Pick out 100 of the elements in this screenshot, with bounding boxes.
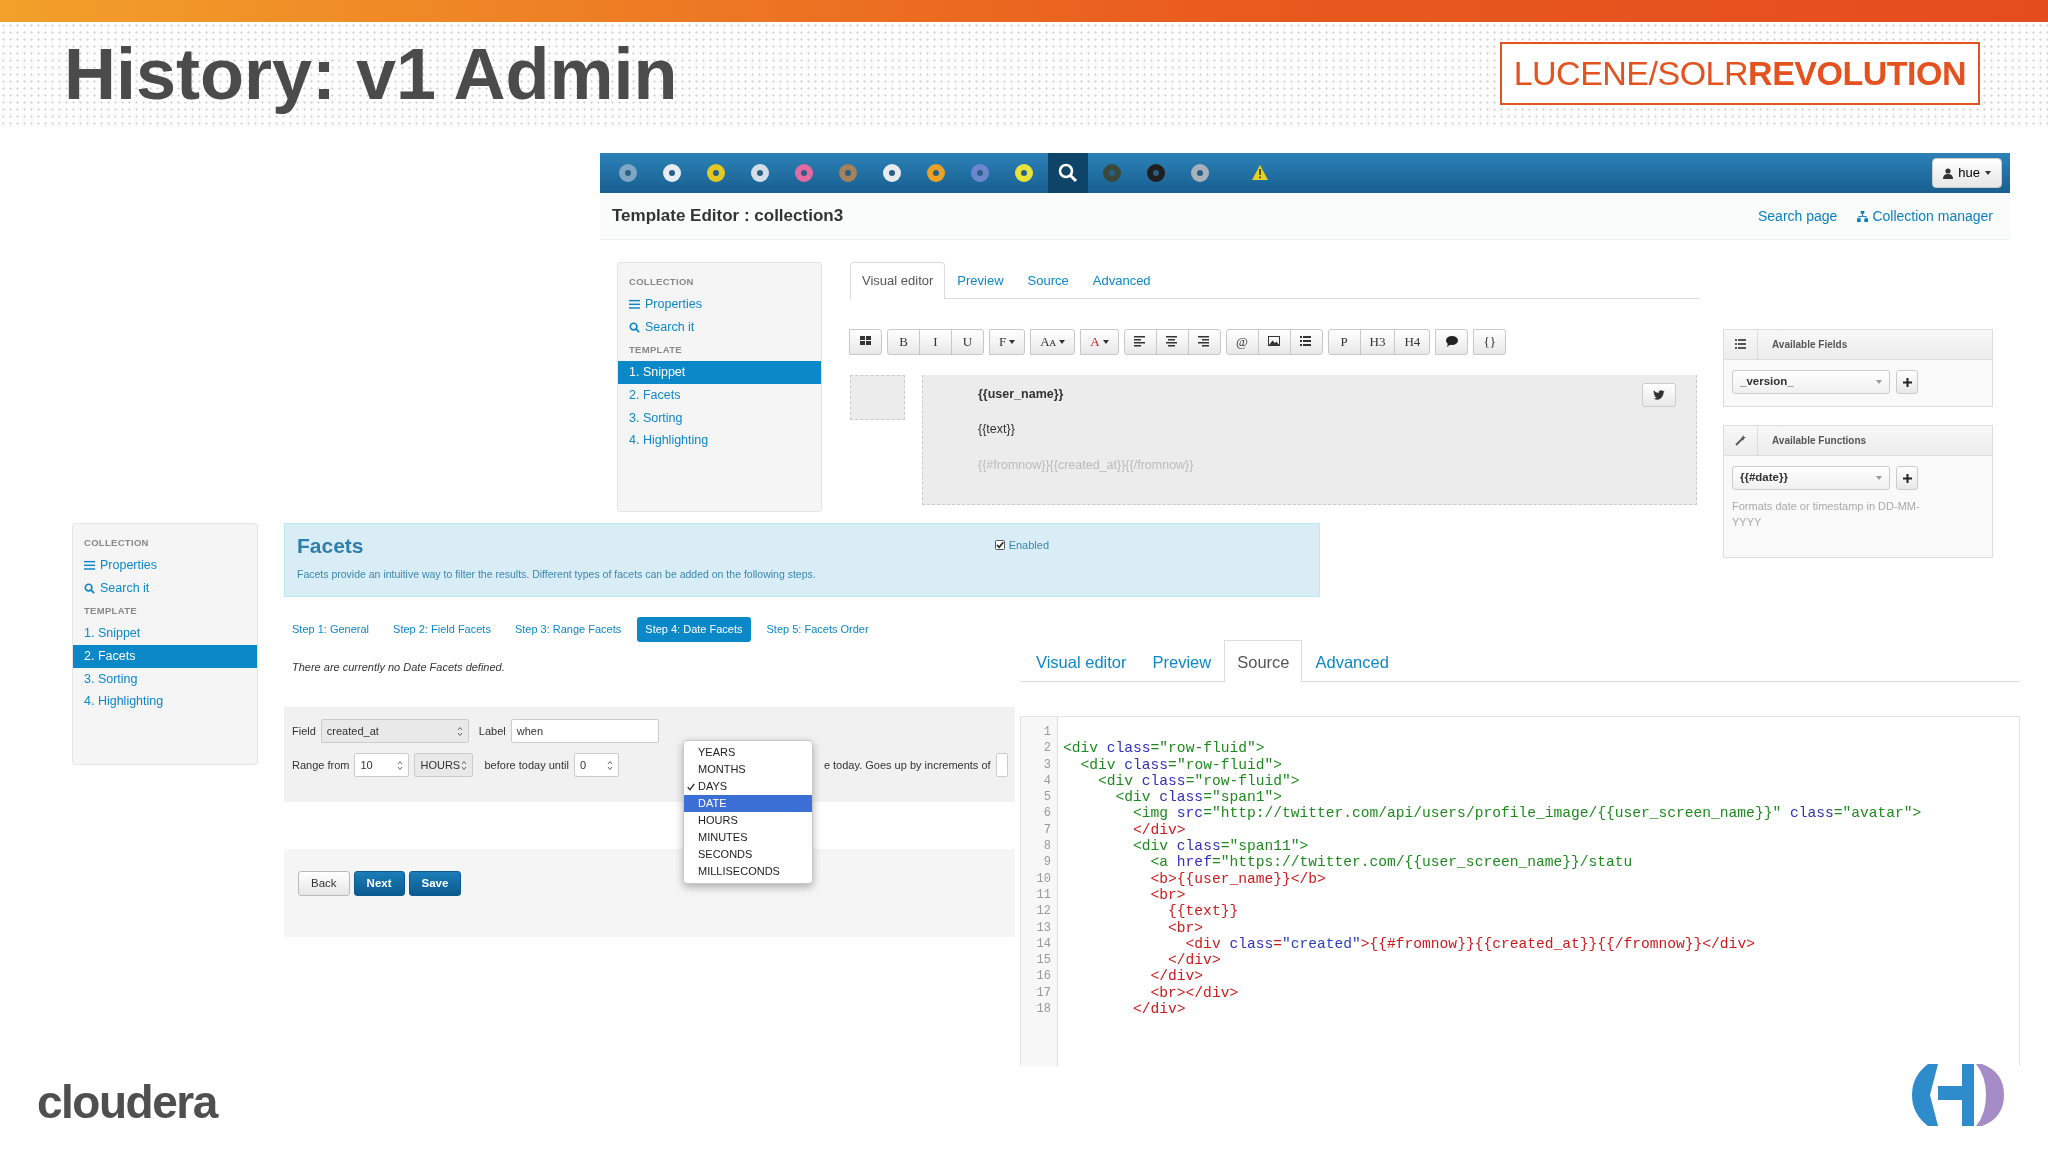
menu-item[interactable]: MINUTES xyxy=(684,829,812,846)
line-number: 3 xyxy=(1042,756,1052,773)
add-button[interactable] xyxy=(1896,370,1918,394)
toolbar-button[interactable] xyxy=(1123,328,1157,355)
tab[interactable]: Source xyxy=(1224,640,1303,682)
menu-item[interactable]: SECONDS xyxy=(684,846,812,863)
toolbar-button[interactable]: Aᴀ xyxy=(1030,328,1076,355)
line-number: 1 xyxy=(1042,724,1052,741)
sidebar-item[interactable]: 3. Sorting xyxy=(73,667,257,691)
line-number: 8 xyxy=(1042,838,1052,855)
header-link[interactable]: Search page xyxy=(1757,205,1838,227)
sidebar-item[interactable]: 3. Sorting xyxy=(618,406,821,430)
toolbar-button[interactable] xyxy=(1289,328,1323,355)
toolbar-button[interactable]: H4 xyxy=(1394,328,1431,355)
step-tab[interactable]: Step 4: Date Facets xyxy=(637,617,751,642)
menu-item[interactable]: MILLISECONDS xyxy=(684,863,812,880)
toolbar-button[interactable]: F xyxy=(989,328,1026,355)
toolbar-button[interactable] xyxy=(1257,328,1291,355)
plus-icon xyxy=(1902,377,1912,387)
line-number: 7 xyxy=(1042,821,1052,839)
toolbar-button[interactable]: U xyxy=(951,328,984,355)
code-line: <br> xyxy=(1149,886,1187,904)
line-number: 12 xyxy=(1035,903,1052,920)
sidebar-item[interactable]: 4. Highlighting xyxy=(73,690,257,713)
select-field[interactable]: _version_ xyxy=(1732,370,1890,394)
toolbar-button[interactable] xyxy=(1155,328,1189,355)
input-field[interactable]: when xyxy=(510,719,659,743)
menu-item[interactable]: DATE xyxy=(684,795,812,812)
spinner-icon xyxy=(606,759,613,771)
select-field[interactable]: created_at xyxy=(320,719,469,743)
line-number: 2 xyxy=(1042,740,1052,757)
tab[interactable]: Source xyxy=(1015,262,1081,299)
code-line: </div> xyxy=(1132,1001,1187,1018)
code-line: </div> xyxy=(1132,821,1187,839)
number-field[interactable]: 0 xyxy=(573,753,619,777)
action-button[interactable]: Next xyxy=(353,871,405,897)
checkbox-icon[interactable] xyxy=(994,540,1005,551)
tab[interactable]: Preview xyxy=(945,262,1016,299)
search-icon[interactable] xyxy=(1048,153,1088,193)
sidebar-item[interactable]: 2. Facets xyxy=(618,383,821,407)
tab[interactable]: Preview xyxy=(1139,640,1225,682)
toolbar-button[interactable]: @ xyxy=(1225,328,1259,355)
select-field[interactable]: HOURS xyxy=(414,753,474,777)
enabled-checkbox[interactable]: Enabled xyxy=(994,537,1049,554)
tab[interactable]: Advanced xyxy=(1302,640,1402,682)
code-line: <br></div> xyxy=(1149,984,1240,1002)
sitemap-icon xyxy=(1857,210,1869,222)
caret-icon xyxy=(1985,171,1991,175)
line-number: 17 xyxy=(1035,984,1052,1002)
field-label: Label xyxy=(478,723,506,739)
step-tab[interactable]: Step 5: Facets Order xyxy=(758,617,877,642)
sidebar-link[interactable]: Search it xyxy=(73,577,257,600)
spinner-icon xyxy=(456,725,463,737)
list-icon xyxy=(1300,336,1313,347)
toolbar-button[interactable] xyxy=(849,328,882,355)
input-field[interactable] xyxy=(995,753,1008,777)
add-button[interactable] xyxy=(1896,466,1918,490)
code-line: <img src="http://twitter.com/api/users/profile_image/{{user_screen_name}}" class="avatar"> xyxy=(1132,805,1922,822)
sidebar-heading: TEMPLATE xyxy=(83,603,138,618)
code-line: {{text}} xyxy=(1167,903,1240,920)
tab[interactable]: Visual editor xyxy=(1023,640,1140,682)
menu-item[interactable]: HOURS xyxy=(684,812,812,829)
code-line: <div class="row-fluid"> xyxy=(1063,740,1266,757)
align-right-icon xyxy=(1198,336,1211,347)
toolbar-button[interactable]: {} xyxy=(1473,328,1507,355)
toolbar-button[interactable]: I xyxy=(919,328,952,355)
field-label: before today until xyxy=(484,757,569,773)
twitter-button[interactable] xyxy=(1642,382,1676,407)
step-tab[interactable]: Step 2: Field Facets xyxy=(385,617,499,642)
toolbar-button[interactable]: H3 xyxy=(1359,328,1396,355)
code-line: <div class="row-fluid"> xyxy=(1079,756,1283,773)
tab[interactable]: Visual editor xyxy=(850,262,946,299)
toolbar-button[interactable] xyxy=(1187,328,1221,355)
user-menu-button[interactable]: hue xyxy=(1932,158,2002,188)
sidebar-link[interactable]: Properties xyxy=(73,554,257,577)
sidebar-item[interactable]: 1. Snippet xyxy=(618,361,821,384)
step-tab[interactable]: Step 1: General xyxy=(284,617,378,642)
sidebar-item[interactable]: 4. Highlighting xyxy=(618,429,821,452)
action-button[interactable]: Save xyxy=(408,871,462,897)
sidebar-item[interactable]: 2. Facets xyxy=(73,644,257,668)
sidebar-link[interactable]: Search it xyxy=(618,316,821,339)
footer-logo: cloudera xyxy=(37,1075,217,1130)
toolbar-button[interactable]: P xyxy=(1327,328,1361,355)
sidebar-link[interactable]: Properties xyxy=(618,293,821,316)
menu-item[interactable]: DAYS xyxy=(684,778,812,795)
select-field[interactable]: {{#date}} xyxy=(1732,466,1890,490)
line-number: 16 xyxy=(1035,968,1052,985)
action-button[interactable]: Back xyxy=(298,871,350,897)
step-tab[interactable]: Step 3: Range Facets xyxy=(506,617,630,642)
number-field[interactable]: 10 xyxy=(354,753,410,777)
toolbar-button[interactable]: A xyxy=(1080,328,1119,355)
toolbar-button[interactable]: B xyxy=(887,328,920,355)
header-link[interactable]: Collection manager xyxy=(1857,205,1993,227)
menu-item[interactable]: MONTHS xyxy=(684,761,812,778)
search-icon xyxy=(629,321,640,333)
sidebar-item[interactable]: 1. Snippet xyxy=(73,622,257,645)
menu-item[interactable]: YEARS xyxy=(684,744,812,761)
line-number: 10 xyxy=(1035,870,1052,887)
tab[interactable]: Advanced xyxy=(1080,262,1163,299)
toolbar-button[interactable] xyxy=(1435,328,1469,355)
